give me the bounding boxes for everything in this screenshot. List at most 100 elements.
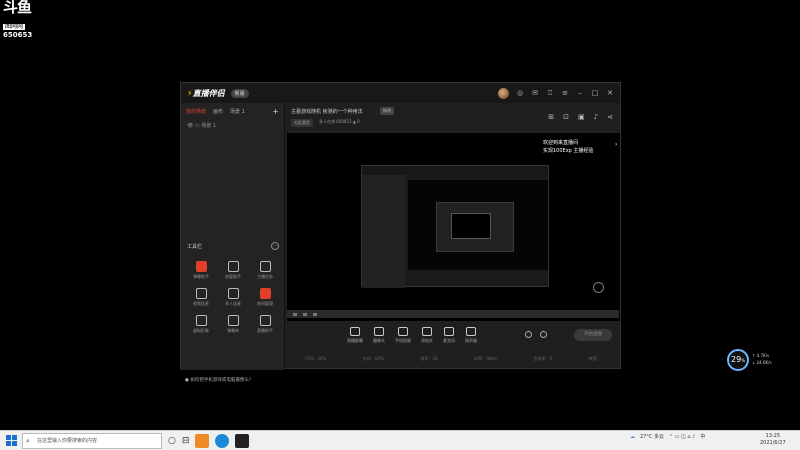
search-icon: ⌕ [26,437,30,445]
help-notice[interactable]: ● 如何把手机游戏或电脑摄像头？ [185,377,253,383]
scroll-mark [303,312,307,316]
preview-scroll-bar[interactable] [287,310,619,318]
scene-tabs: 我的场景 画布 场景 1 + [181,103,284,120]
share-icon[interactable]: ⋖ [607,113,613,121]
tool-video-link[interactable]: 视频连麦 [185,288,217,307]
bell-icon[interactable]: ♪ [594,113,598,121]
task-icon [259,261,271,272]
shirt-icon[interactable]: ♖ [546,89,554,97]
tab-my-scenes[interactable]: 我的场景 [186,108,206,115]
widgets-icon[interactable]: ⊟ [182,436,190,446]
clock-time: 13:25 [765,433,781,439]
add-scene-icon[interactable]: + [272,107,279,116]
status-dropped: 丢帧率：0 [533,356,553,361]
scroll-mark [293,312,297,316]
edge-icon[interactable] [215,434,230,448]
close-icon[interactable]: ✕ [606,89,614,97]
tray-icons[interactable]: ⌃ ▭ ◫ ⌂ ♪ [669,434,695,440]
stream-preview[interactable]: 欢迎到来直播间 实现100Exp 主播经验 › [287,133,620,321]
status-bandwidth: 带宽： [588,356,601,361]
bottom-tool-label: 麦克风 [443,337,455,343]
phone-cast-button[interactable]: 手机投屏 [395,326,411,344]
status-memory: 内存：62% [362,356,384,361]
tool-label: 弹幕库 [227,328,239,333]
title-bar-controls: ◎ ✉ ♖ ≡ – □ ✕ [498,87,614,99]
start-live-button[interactable]: 开始直播 [574,329,612,341]
speaker-button[interactable]: 扬声器 [465,326,477,344]
admin-icon [227,261,239,272]
tool-danmu[interactable]: 弹幕助手 [185,261,217,280]
start-button[interactable] [6,435,17,446]
danmu-icon [195,261,207,272]
tab-scene-1[interactable]: 场景 1 [230,108,245,115]
tool-avatar[interactable]: 虚拟形象 [185,315,217,334]
app-name: 直播伴侣 [192,88,225,98]
tab-canvas[interactable]: 画布 [213,108,223,115]
weather-text[interactable]: 27°C 多云 [640,433,664,440]
download-speed: 24.6K/s [756,360,772,365]
maximize-icon[interactable]: □ [591,89,599,97]
mail-icon[interactable]: ✉ [531,89,539,97]
weather-icon[interactable]: ☁ [630,434,635,440]
taskbar-clock[interactable]: 13:25 2021/6/27 [760,433,786,447]
more-tools-icon[interactable]: ··· [271,242,279,250]
status-fps: 帧率：30 [420,356,438,361]
tool-room-manage[interactable]: 房间管理 [249,288,281,307]
microphone-button[interactable]: 麦克风 [443,326,455,344]
minimize-icon[interactable]: – [576,89,584,97]
status-cpu: CPU：24% [305,356,327,361]
streaming-app-icon[interactable] [195,434,210,448]
gauge-unit: % [741,358,745,363]
left-panel: 我的场景 画布 场景 1 + 👁 ▭ 场景 1 工具栏 ··· 弹幕助手 房管助… [181,103,285,383]
right-controls [525,331,547,338]
avatar[interactable] [498,87,509,99]
camera-icon [374,326,384,336]
settings-icon[interactable] [540,331,547,338]
video-link-icon [195,288,207,299]
douyu-watermark: 斗鱼 图网网 650653 [3,0,35,39]
watermark-logo: 斗鱼 [3,0,32,16]
nested-left-panel [362,175,406,288]
clock-date: 2021/6/27 [760,440,786,446]
tool-room-admin[interactable]: 房管助手 [217,261,249,280]
tool-tasks[interactable]: 主播任务 [249,261,281,280]
bottom-toolbar: 直播屏幕 摄像头 手机投屏 添加文 麦克风 扬声器 [287,321,621,349]
chevron-right-icon[interactable]: › [615,141,617,148]
speaker-icon [466,326,476,336]
tool-label: 房管助手 [225,274,241,279]
microphone-icon [444,326,454,336]
lock-icon[interactable]: ⊡ [563,113,569,121]
manage-icon [259,288,271,299]
message-icon[interactable]: ◎ [516,89,524,97]
vr-icon [195,315,207,326]
overlay-welcome: 欢迎到来直播间 [543,140,579,146]
tool-danmu-lib[interactable]: 弹幕库 [217,315,249,334]
nested-screen-2 [436,202,514,252]
terminal-icon[interactable] [235,434,250,448]
input-language[interactable]: 中 [700,433,705,440]
scene-item[interactable]: 👁 ▭ 场景 1 [181,120,284,131]
nested-preview [361,165,549,288]
performance-widget[interactable]: 29% ↑ 4.7K/s ↓ 24.6K/s [727,349,777,371]
tool-assistant[interactable]: 直播助手 [249,315,281,334]
windows-taskbar: ⌕ 在这里输入你要搜索的内容 ○ ⊟ ☁ 27°C 多云 ⌃ ▭ ◫ ⌂ ♪ 中 … [0,430,800,450]
task-view-icon[interactable]: ○ [168,436,176,446]
scroll-mark [313,312,317,316]
taskbar-search[interactable]: ⌕ 在这里输入你要搜索的内容 [22,433,162,449]
add-text-button[interactable]: 添加文 [421,326,433,344]
version-badge[interactable]: 新版 [230,88,249,98]
system-tray: ☁ 27°C 多云 ⌃ ▭ ◫ ⌂ ♪ 中 [630,433,705,441]
menu-icon[interactable]: ≡ [561,89,569,97]
gauge-value: 29 [731,355,742,364]
download-icon [227,288,239,299]
bag-icon[interactable]: ▣ [578,113,585,121]
category-tag[interactable]: 分区类型 [291,119,313,127]
camera-button[interactable]: 摄像头 [373,326,385,344]
edit-title-button[interactable]: 修改 [380,107,394,115]
phone-icon [398,326,408,336]
tool-multi-link[interactable]: 多人连麦 [217,288,249,307]
camera-toggle-icon[interactable] [593,282,604,293]
record-icon[interactable] [525,331,532,338]
gift-icon[interactable]: ⊞ [548,113,554,121]
screen-capture-button[interactable]: 直播屏幕 [347,326,363,344]
